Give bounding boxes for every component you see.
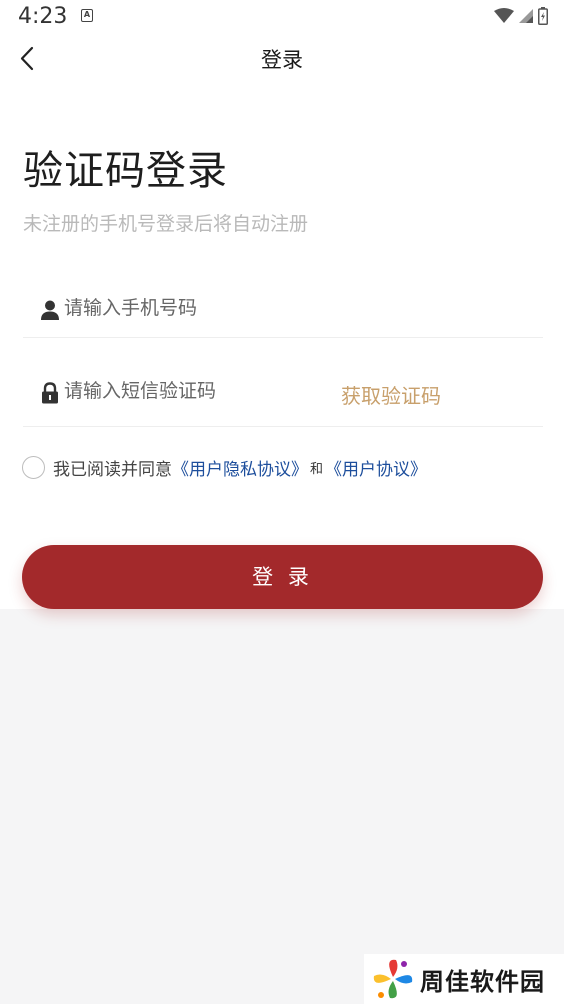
lock-icon (42, 382, 58, 404)
login-button[interactable]: 登 录 (22, 545, 543, 609)
code-field: 获取验证码 (23, 368, 543, 427)
login-subtitle: 未注册的手机号登录后将自动注册 (23, 213, 309, 235)
login-heading: 验证码登录 (23, 148, 228, 194)
watermark-text: 周佳软件园 (420, 967, 545, 996)
agreement-row: 我已阅读并同意 《用户隐私协议》 和 《用户协议》 (22, 454, 427, 480)
battery-icon (538, 7, 548, 25)
agreement-checkbox[interactable] (22, 455, 45, 479)
phone-field (23, 288, 543, 338)
agreement-joiner: 和 (310, 461, 324, 477)
pinwheel-logo-icon (373, 959, 413, 999)
notification-a-icon: A (81, 9, 93, 22)
agreement-prefix: 我已阅读并同意 (53, 459, 172, 480)
signal-icon (519, 9, 533, 23)
get-code-button[interactable]: 获取验证码 (341, 380, 441, 409)
user-agreement-link[interactable]: 《用户协议》 (325, 455, 427, 480)
status-time: 4:23 (18, 4, 68, 29)
status-bar: 4:23 A (0, 0, 564, 34)
watermark: 周佳软件园 (364, 954, 564, 1004)
wifi-icon (494, 8, 514, 23)
page-title: 登录 (261, 48, 303, 72)
user-icon (41, 300, 59, 320)
sms-code-input[interactable] (64, 380, 324, 402)
status-icons (494, 7, 548, 25)
privacy-agreement-link[interactable]: 《用户隐私协议》 (172, 455, 308, 480)
phone-input[interactable] (64, 297, 324, 319)
